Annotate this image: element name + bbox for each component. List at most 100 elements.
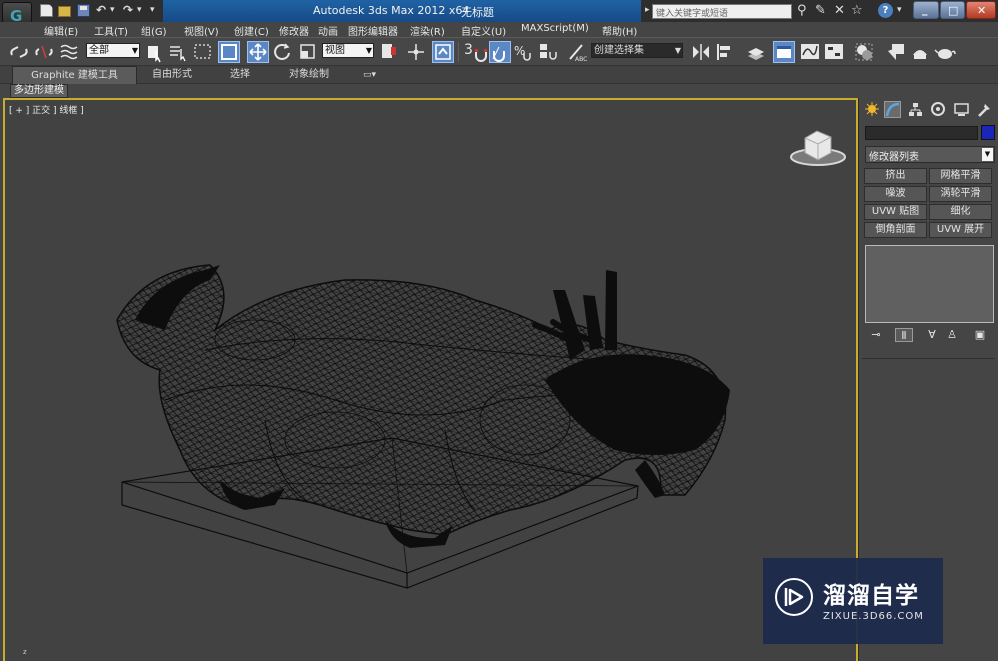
- spinner-snap-icon[interactable]: [537, 41, 559, 63]
- modifier-turbosmooth-button[interactable]: 涡轮平滑: [929, 186, 992, 202]
- modifier-unwrap-uvw-button[interactable]: UVW 展开: [929, 222, 992, 238]
- angle-snap-toggle[interactable]: [489, 41, 511, 63]
- select-and-manipulate-icon[interactable]: [405, 41, 427, 63]
- named-selection-set-dropdown[interactable]: 创建选择集: [591, 43, 683, 58]
- reference-coordinate-dropdown[interactable]: 视图: [322, 43, 374, 58]
- make-unique-icon[interactable]: ∀: [923, 328, 941, 342]
- select-and-link-icon[interactable]: [8, 41, 30, 63]
- unlink-icon[interactable]: [33, 41, 55, 63]
- select-and-move-button[interactable]: [247, 41, 269, 63]
- menu-modifiers[interactable]: 修改器: [279, 23, 309, 38]
- menu-edit[interactable]: 编辑(E): [44, 23, 78, 38]
- layer-manager-icon[interactable]: [745, 41, 767, 63]
- modifier-bevel-profile-button[interactable]: 倒角剖面: [864, 222, 927, 238]
- selection-filter-dropdown[interactable]: 全部: [86, 43, 140, 58]
- quick-access-menu-icon[interactable]: ▾: [150, 5, 163, 18]
- render-production-teapot-icon[interactable]: [934, 41, 956, 63]
- select-by-name-icon[interactable]: [167, 41, 189, 63]
- redo-dropdown-icon[interactable]: ▾: [137, 5, 150, 18]
- rendered-frame-window-icon[interactable]: [909, 41, 931, 63]
- keyboard-override-icon: [435, 44, 451, 60]
- modifier-list-label: 修改器列表: [869, 152, 919, 163]
- new-file-icon[interactable]: [40, 4, 53, 17]
- show-end-result-icon[interactable]: Ⅱ: [895, 328, 913, 342]
- close-button[interactable]: ✕: [966, 1, 996, 19]
- modifier-extrude-button[interactable]: 挤出: [864, 168, 927, 184]
- maximize-button[interactable]: □: [940, 1, 965, 19]
- viewcube-icon[interactable]: [790, 130, 846, 166]
- polygon-modeling-tab[interactable]: 多边形建模: [10, 84, 68, 98]
- pivot-center-icon[interactable]: [378, 41, 400, 63]
- modifier-stack-view[interactable]: [865, 245, 994, 323]
- graphite-toggle[interactable]: [773, 41, 795, 63]
- menu-animation[interactable]: 动画: [318, 23, 338, 38]
- modify-tab[interactable]: [884, 101, 901, 118]
- scale-icon[interactable]: [297, 41, 319, 63]
- remove-modifier-icon[interactable]: ♙: [943, 328, 961, 342]
- ribbon-options-icon[interactable]: ▭▾: [363, 66, 376, 84]
- object-color-swatch[interactable]: [981, 125, 995, 140]
- ribbon-tab-freeform[interactable]: 自由形式: [152, 66, 192, 84]
- modifier-tessellate-button[interactable]: 细化: [929, 204, 992, 220]
- modifier-uvw-map-button[interactable]: UVW 贴图: [864, 204, 927, 220]
- undo-icon[interactable]: ↶: [96, 3, 109, 17]
- configure-modifier-sets-icon[interactable]: ▣: [971, 328, 989, 342]
- search-expand-icon[interactable]: ▸: [645, 5, 650, 15]
- window-crossing-icon: [221, 44, 237, 60]
- hierarchy-tab-icon[interactable]: [907, 101, 924, 118]
- render-setup-icon[interactable]: [885, 41, 907, 63]
- ribbon-tab-object-paint[interactable]: 对象绘制: [289, 66, 329, 84]
- viewport-scene: [116, 130, 846, 589]
- utilities-tab-icon[interactable]: [976, 101, 993, 118]
- display-tab-icon[interactable]: [953, 101, 970, 118]
- favorites-star-icon[interactable]: ☆: [851, 3, 863, 18]
- dragon-model-wireframe[interactable]: [116, 264, 730, 548]
- modifier-meshsmooth-button[interactable]: 网格平滑: [929, 168, 992, 184]
- binoculars-icon[interactable]: ⚲: [797, 3, 807, 18]
- motion-tab-icon[interactable]: [930, 101, 947, 118]
- rectangular-selection-icon[interactable]: [192, 41, 214, 63]
- keyboard-shortcut-override-toggle[interactable]: [432, 41, 454, 63]
- percent-snap-icon[interactable]: %: [512, 41, 534, 63]
- mirror-icon[interactable]: [690, 41, 712, 63]
- menu-views[interactable]: 视图(V): [184, 23, 219, 38]
- minimize-button[interactable]: _: [913, 1, 939, 19]
- redo-icon[interactable]: ↷: [123, 3, 136, 17]
- window-crossing-toggle[interactable]: [218, 41, 240, 63]
- curve-editor-icon[interactable]: [799, 41, 821, 63]
- ribbon-tab-selection[interactable]: 选择: [230, 66, 250, 84]
- help-dropdown-icon[interactable]: ▾: [897, 5, 902, 15]
- menu-rendering[interactable]: 渲染(R): [410, 23, 445, 38]
- menu-group[interactable]: 组(G): [141, 23, 167, 38]
- menu-tools[interactable]: 工具(T): [94, 23, 128, 38]
- modifier-list-dropdown[interactable]: 修改器列表 ▼: [865, 146, 995, 163]
- save-file-icon[interactable]: [77, 4, 90, 17]
- viewport[interactable]: [ + ] 正交 ] 线框 ] z: [3, 98, 858, 661]
- bind-to-space-warp-icon[interactable]: [58, 41, 80, 63]
- snaps-toggle-button[interactable]: 3: [464, 42, 473, 58]
- title-bar: G ↶ ▾ ↷ ▾ ▾ Autodesk 3ds Max 2012 x64 无标…: [0, 0, 998, 30]
- select-object-icon[interactable]: [144, 41, 166, 63]
- pin-stack-icon[interactable]: ⊸: [867, 328, 885, 342]
- align-icon[interactable]: [714, 41, 736, 63]
- menu-customize[interactable]: 自定义(U): [461, 23, 506, 38]
- help-icon[interactable]: ?: [878, 3, 893, 18]
- ribbon-tab-graphite[interactable]: Graphite 建模工具: [12, 66, 137, 84]
- menu-maxscript[interactable]: MAXScript(M): [521, 23, 589, 34]
- subscription-icon[interactable]: ✎: [815, 3, 826, 18]
- undo-dropdown-icon[interactable]: ▾: [110, 5, 123, 18]
- schematic-view-icon[interactable]: [823, 41, 845, 63]
- modifier-noise-button[interactable]: 噪波: [864, 186, 927, 202]
- communication-center-icon[interactable]: ✕: [834, 3, 845, 18]
- material-editor-icon[interactable]: [853, 41, 875, 63]
- menu-create[interactable]: 创建(C): [234, 23, 269, 38]
- menu-help[interactable]: 帮助(H): [602, 23, 637, 38]
- edit-named-selection-icon[interactable]: ABC: [566, 41, 588, 63]
- search-input[interactable]: 键入关键字或短语: [652, 4, 792, 19]
- open-file-icon[interactable]: [58, 6, 71, 17]
- viewport-label-menu[interactable]: [ + ] 正交 ] 线框 ]: [9, 103, 84, 116]
- rotate-icon[interactable]: [272, 41, 294, 63]
- menu-graph-editors[interactable]: 图形编辑器: [348, 23, 398, 38]
- object-name-field[interactable]: [865, 126, 978, 140]
- create-tab-icon[interactable]: [864, 101, 881, 118]
